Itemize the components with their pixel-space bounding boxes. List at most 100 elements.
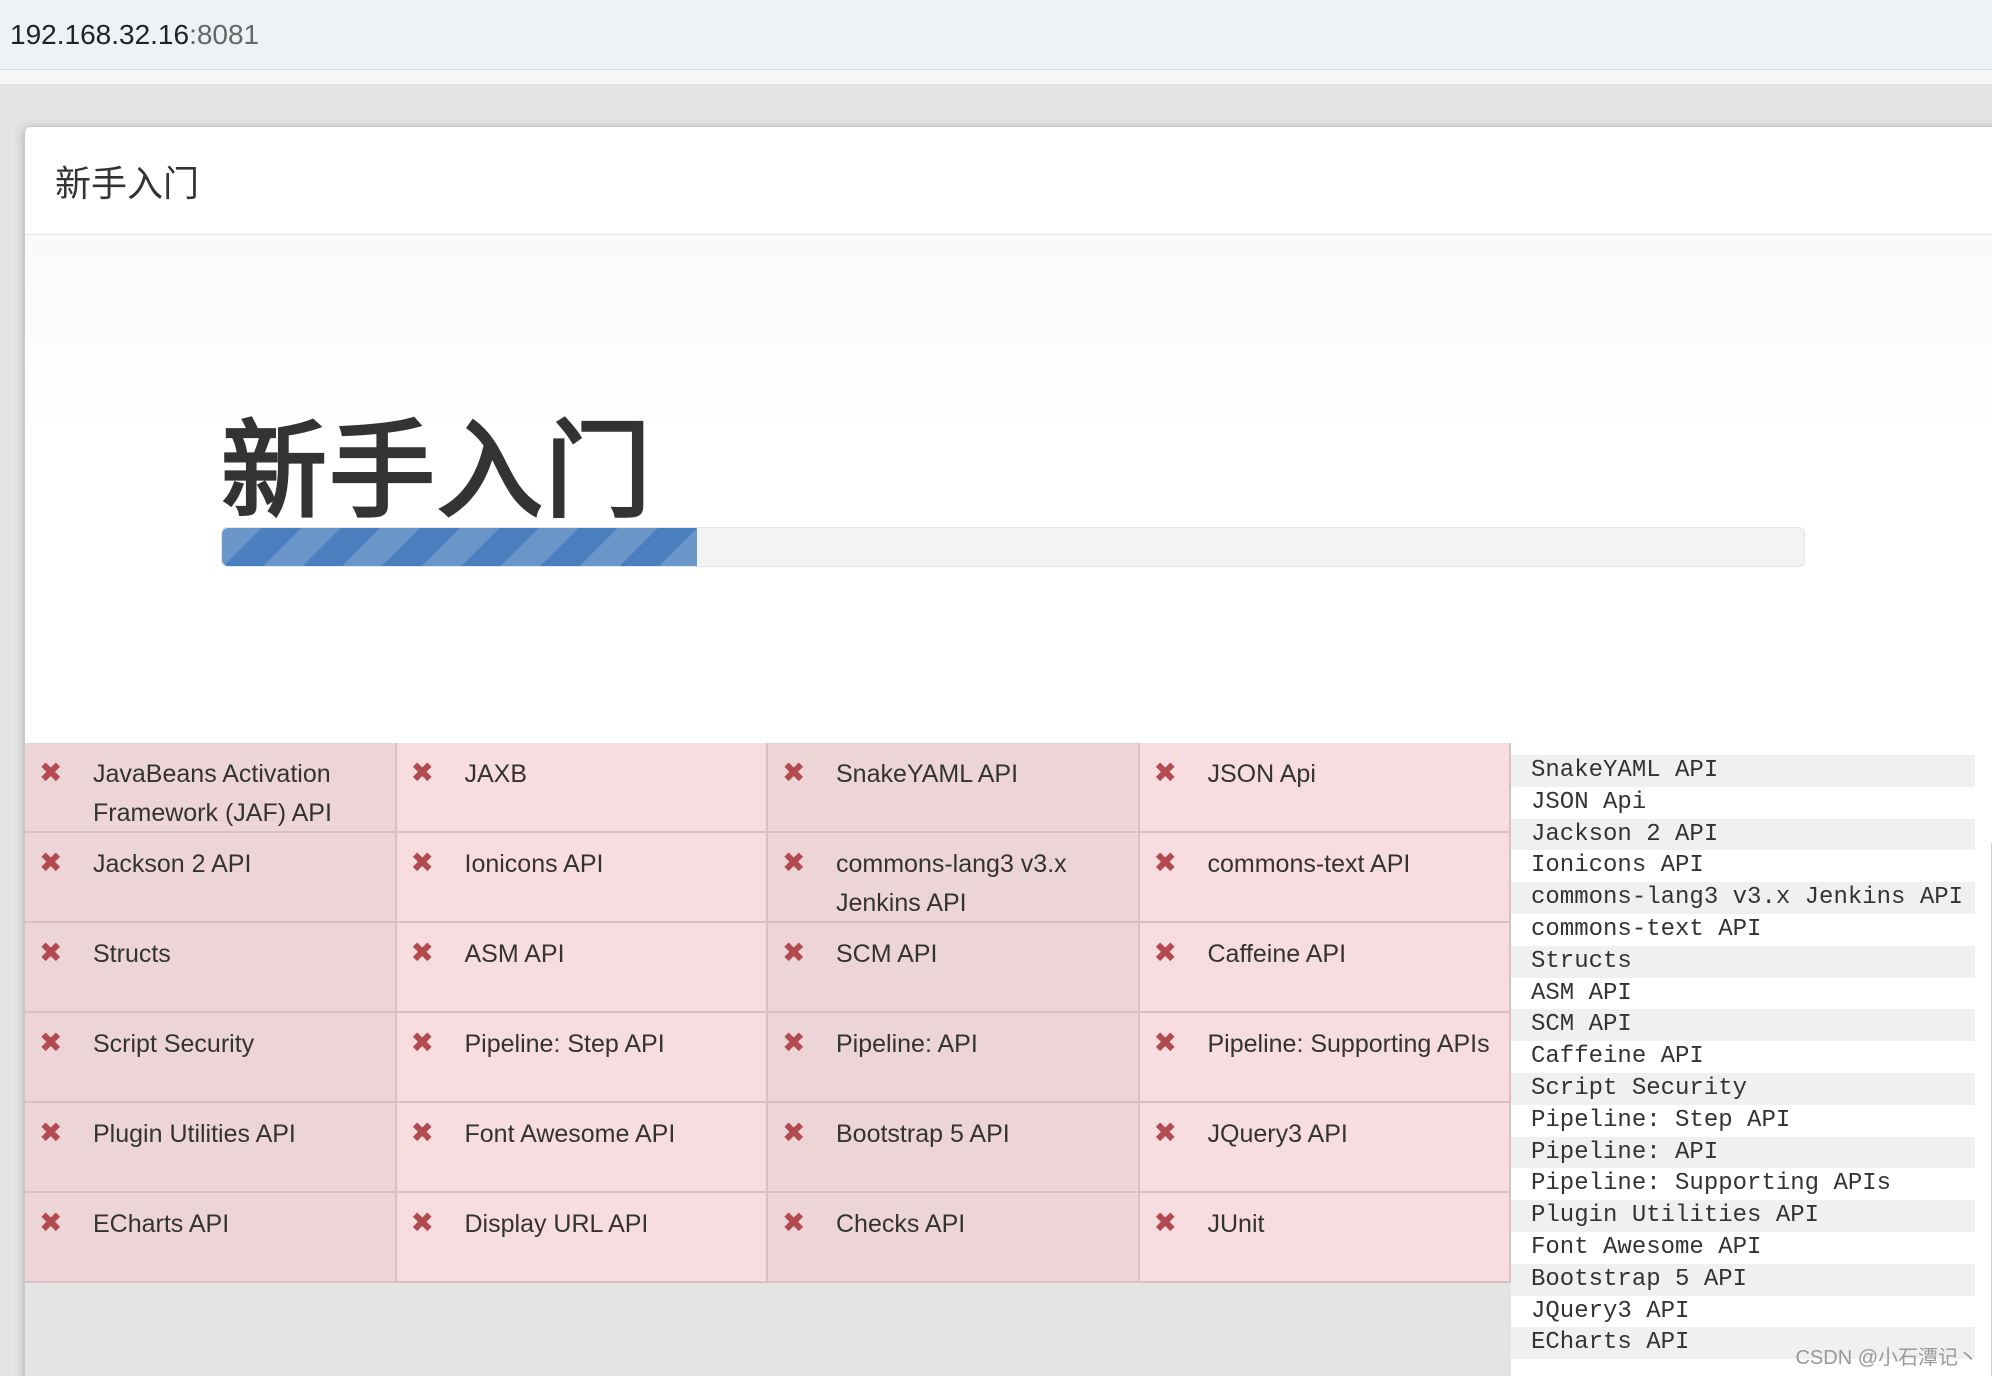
plugin-name: Font Awesome API	[464, 1120, 676, 1148]
plugin-name: JUnit	[1207, 1210, 1265, 1238]
plugin-name: Pipeline: Supporting APIs	[1207, 1030, 1490, 1058]
log-line: SnakeYAML API	[1511, 755, 1975, 787]
plugin-name: ECharts API	[93, 1210, 230, 1238]
install-progress-bar	[221, 527, 1805, 567]
plugin-name: commons-text API	[1207, 850, 1411, 878]
failed-icon: ✖	[410, 1206, 434, 1239]
install-log[interactable]: SnakeYAML API JSON Api Jackson 2 API Ionico…	[1511, 743, 1992, 1376]
plugin-status-cell: ✖ JUnit	[1139, 1193, 1511, 1283]
plugin-status-cell: ✖ Pipeline: API	[768, 1013, 1140, 1103]
plugin-name: Caffeine API	[1207, 940, 1347, 968]
install-content: ✖ JavaBeans Activation Framework (JAF) AP…	[25, 743, 1992, 1376]
log-line: Pipeline: API	[1511, 1136, 1975, 1169]
plugin-name: Pipeline: API	[836, 1030, 978, 1058]
log-line: Pipeline: Supporting APIs	[1531, 1170, 1892, 1198]
plugin-status-cell: ✖ JSON Api	[1139, 743, 1511, 833]
plugin-status-grid: ✖ JavaBeans Activation Framework (JAF) AP…	[25, 743, 1511, 1283]
log-line: commons-text API	[1531, 915, 1762, 943]
plugin-name: Plugin Utilities API	[93, 1120, 296, 1148]
plugin-name: Checks API	[836, 1210, 966, 1238]
failed-icon: ✖	[782, 1206, 806, 1239]
address-host: 192.168.32.16	[10, 18, 190, 50]
log-line: JQuery3 API	[1531, 1297, 1690, 1325]
plugin-status-cell: ✖ Pipeline: Supporting APIs	[1139, 1013, 1511, 1103]
modal-header: 新手入门	[25, 127, 1992, 235]
plugin-status-cell: ✖ JavaBeans Activation Framework (JAF) AP…	[25, 743, 397, 833]
plugin-name: JQuery3 API	[1207, 1120, 1348, 1148]
failed-icon: ✖	[1153, 756, 1177, 789]
plugin-name: Script Security	[93, 1030, 255, 1058]
address-port: :8081	[189, 18, 260, 50]
failed-icon: ✖	[410, 846, 434, 879]
failed-icon: ✖	[410, 1116, 434, 1149]
failed-icon: ✖	[782, 1026, 806, 1059]
log-line: Bootstrap 5 API	[1511, 1263, 1975, 1296]
plugin-status-cell: ✖ SCM API	[768, 923, 1140, 1013]
failed-icon: ✖	[39, 846, 63, 879]
install-progress-fill	[222, 528, 697, 566]
failed-icon: ✖	[782, 846, 806, 879]
failed-icon: ✖	[1153, 1026, 1177, 1059]
plugin-name: Display URL API	[464, 1210, 649, 1238]
failed-icon: ✖	[39, 756, 63, 789]
plugin-status-cell: ✖ ASM API	[396, 923, 768, 1013]
log-line: Script Security	[1511, 1072, 1975, 1105]
log-line: SCM API	[1511, 1009, 1975, 1042]
plugin-status-cell: ✖ Caffeine API	[1139, 923, 1511, 1013]
failed-icon: ✖	[410, 936, 434, 969]
failed-icon: ✖	[39, 1026, 63, 1059]
plugin-status-cell: ✖ JQuery3 API	[1139, 1103, 1511, 1193]
plugin-status-cell: ✖ Display URL API	[396, 1193, 768, 1283]
hero-title: 新手入门	[221, 410, 653, 533]
log-line: commons-lang3 v3.x Jenkins API	[1511, 882, 1975, 914]
toolbar-divider	[0, 70, 1992, 84]
failed-icon: ✖	[410, 756, 434, 789]
plugin-status-cell: ✖ Plugin Utilities API	[25, 1103, 397, 1193]
modal-header-title: 新手入门	[55, 162, 200, 204]
plugin-name: JSON Api	[1207, 760, 1316, 788]
failed-icon: ✖	[410, 1026, 434, 1059]
failed-icon: ✖	[782, 756, 806, 789]
log-line: Pipeline: Step API	[1531, 1106, 1791, 1134]
plugin-name: SCM API	[836, 940, 938, 968]
failed-icon: ✖	[782, 1116, 806, 1149]
plugin-status-cell: ✖ Font Awesome API	[396, 1103, 768, 1193]
failed-icon: ✖	[1153, 1116, 1177, 1149]
hero-panel: 新手入门	[25, 235, 1992, 743]
log-line: Ionicons API	[1531, 852, 1704, 880]
plugin-status-cell: ✖ Bootstrap 5 API	[768, 1103, 1140, 1193]
plugin-name: JAXB	[464, 760, 528, 788]
plugin-status-cell: ✖ JAXB	[396, 743, 768, 833]
plugin-status-cell: ✖ Pipeline: Step API	[396, 1013, 768, 1103]
failed-icon: ✖	[39, 936, 63, 969]
plugin-status-cell: ✖ Jackson 2 API	[25, 833, 397, 923]
plugin-name: Pipeline: Step API	[464, 1030, 665, 1058]
plugin-name: SnakeYAML API	[836, 760, 1019, 788]
plugin-name: commons-lang3 v3.x Jenkins API	[836, 850, 1067, 917]
failed-icon: ✖	[1153, 846, 1177, 879]
log-line: Plugin Utilities API	[1511, 1200, 1975, 1232]
plugin-name: Ionicons API	[464, 850, 604, 878]
log-line: Jackson 2 API	[1511, 818, 1975, 851]
failed-icon: ✖	[1153, 1206, 1177, 1239]
plugin-name: ASM API	[464, 940, 565, 968]
log-line: Font Awesome API	[1531, 1233, 1762, 1261]
log-line: JSON Api	[1531, 788, 1647, 816]
failed-icon: ✖	[782, 936, 806, 969]
failed-icon: ✖	[1153, 936, 1177, 969]
plugin-status-cell: ✖ commons-lang3 v3.x Jenkins API	[768, 833, 1140, 923]
watermark: CSDN @小石潭记丶	[1795, 1347, 1978, 1369]
address-bar[interactable]: 192.168.32.16:8081	[0, 0, 1992, 70]
plugin-status-cell: ✖ Script Security	[25, 1013, 397, 1103]
plugin-name: Jackson 2 API	[93, 850, 252, 878]
log-line: ASM API	[1531, 979, 1632, 1007]
plugin-status-cell: ✖ commons-text API	[1139, 833, 1511, 923]
plugin-name: Structs	[93, 940, 171, 968]
log-line: Structs	[1511, 945, 1975, 978]
plugin-status-cell: ✖ Ionicons API	[396, 833, 768, 923]
plugin-status-cell: ✖ SnakeYAML API	[768, 743, 1140, 833]
plugin-status-cell: ✖ ECharts API	[25, 1193, 397, 1283]
plugin-status-cell: ✖ Checks API	[768, 1193, 1140, 1283]
plugin-status-cell: ✖ Structs	[25, 923, 397, 1013]
setup-wizard-modal: 新手入门 新手入门 ✖ JavaBeans Activation Framewor…	[24, 126, 1992, 1376]
